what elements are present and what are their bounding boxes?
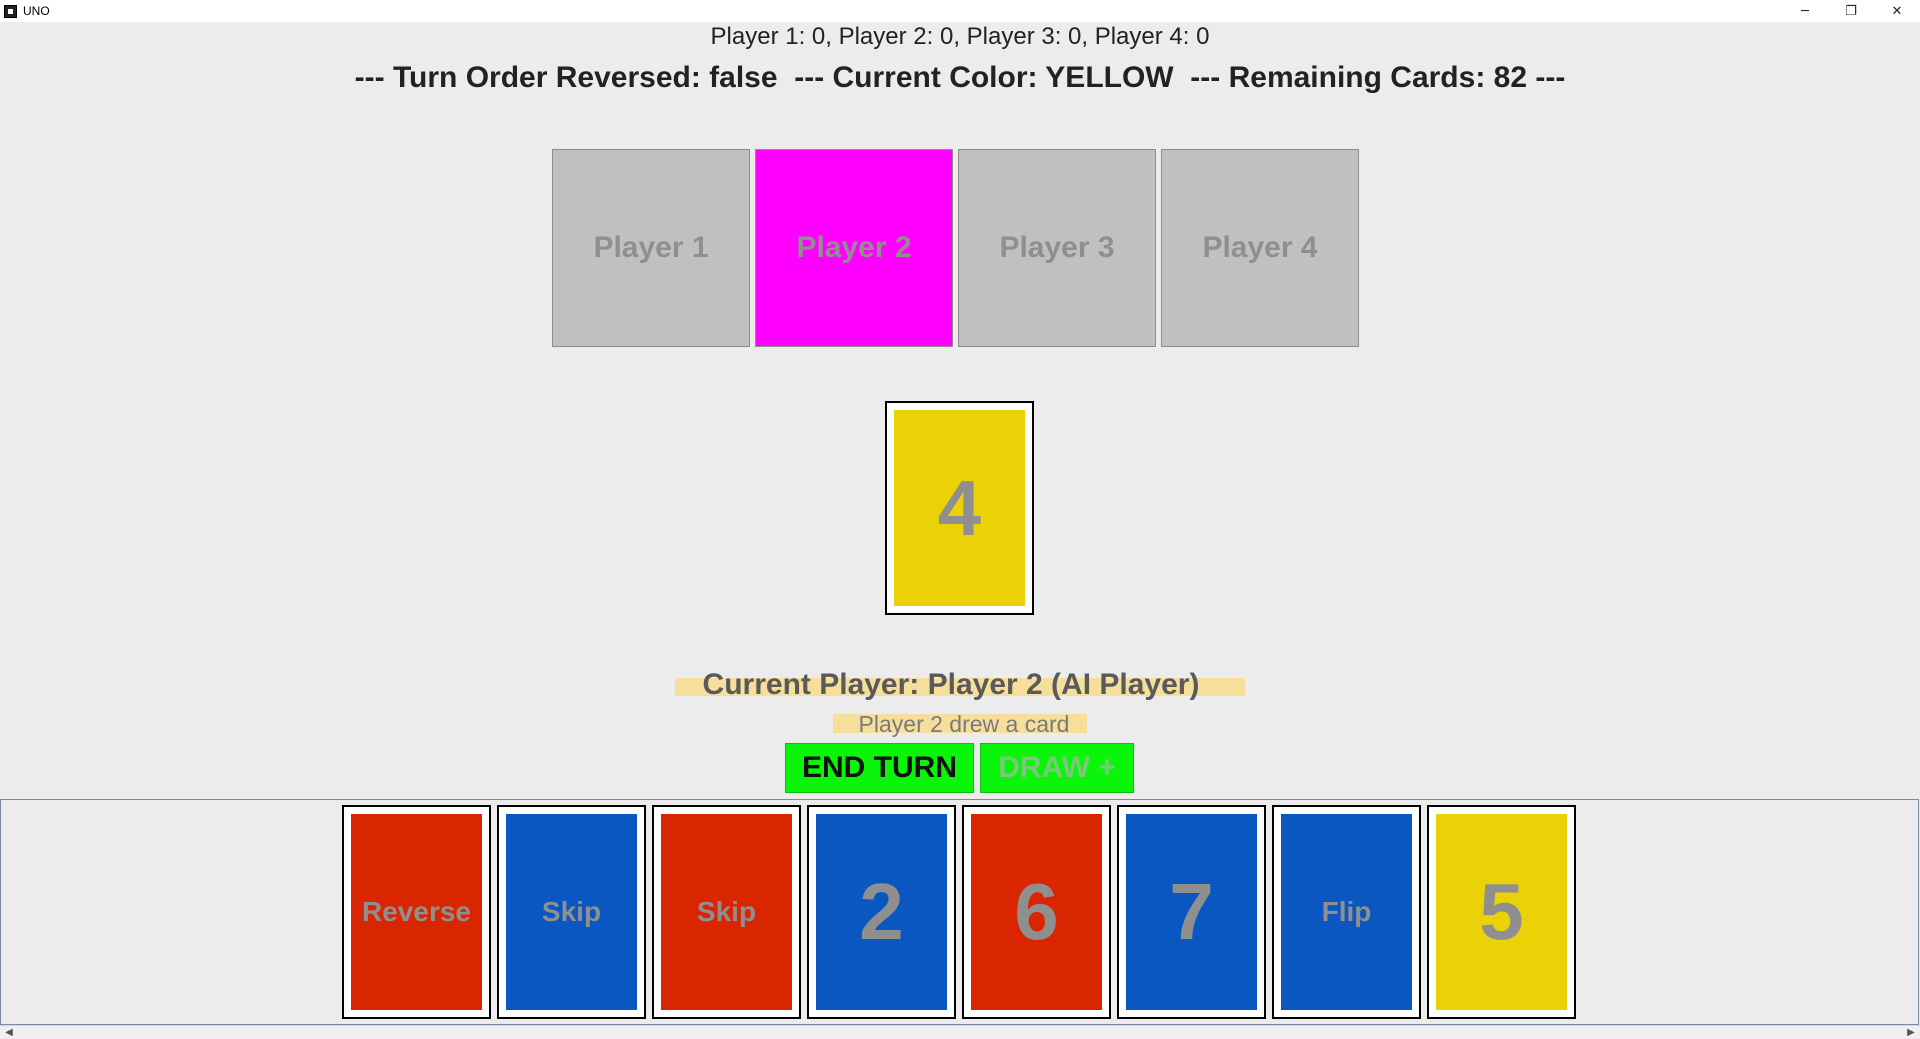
scoreboard: Player 1: 0, Player 2: 0, Player 3: 0, P…	[710, 23, 1210, 50]
player-box-2: Player 2	[755, 149, 953, 347]
player-box-3: Player 3	[958, 149, 1156, 347]
hand-card-face: 2	[816, 814, 947, 1010]
game-status: --- Turn Order Reversed: false --- Curre…	[354, 61, 1566, 94]
minimize-button[interactable]: ─	[1782, 0, 1828, 22]
hand-card-face: 5	[1436, 814, 1567, 1010]
hand-card[interactable]: Reverse	[342, 805, 491, 1019]
discard-pile-card: 4	[885, 401, 1034, 615]
hand-card[interactable]: Skip	[652, 805, 801, 1019]
window-title: UNO	[23, 4, 50, 18]
horizontal-scrollbar[interactable]: ◀ ▶	[0, 1025, 1920, 1039]
hand-card[interactable]: 2	[807, 805, 956, 1019]
end-turn-button[interactable]: END TURN	[785, 743, 974, 793]
scroll-left-arrow-icon[interactable]: ◀	[2, 1026, 16, 1039]
hand-card[interactable]: 7	[1117, 805, 1266, 1019]
scroll-right-arrow-icon[interactable]: ▶	[1904, 1026, 1918, 1039]
hand-card[interactable]: 5	[1427, 805, 1576, 1019]
hand-card[interactable]: 6	[962, 805, 1111, 1019]
action-buttons: END TURN DRAW +	[785, 743, 1134, 793]
player-list: Player 1 Player 2 Player 3 Player 4	[552, 149, 1359, 347]
hand-card-face: 7	[1126, 814, 1257, 1010]
draw-button[interactable]: DRAW +	[980, 743, 1134, 793]
discard-card-face: 4	[894, 410, 1025, 606]
player-box-1: Player 1	[552, 149, 750, 347]
player-hand-panel: Reverse Skip Skip 2 6 7 Flip 5	[0, 799, 1919, 1025]
hand-card-face: Reverse	[351, 814, 482, 1010]
window-controls: ─ ❐ ✕	[1782, 0, 1920, 22]
hand-card-face: Skip	[506, 814, 637, 1010]
game-message: Player 2 drew a card	[0, 709, 1920, 739]
current-player-text: Current Player: Player 2 (AI Player)	[674, 666, 1246, 704]
maximize-button[interactable]: ❐	[1828, 0, 1874, 22]
close-button[interactable]: ✕	[1874, 0, 1920, 22]
hand-card-face: Flip	[1281, 814, 1412, 1010]
app-icon	[4, 4, 17, 18]
hand-card[interactable]: Flip	[1272, 805, 1421, 1019]
hand-card-face: Skip	[661, 814, 792, 1010]
current-player-label: Current Player: Player 2 (AI Player)	[0, 666, 1920, 704]
title-bar: UNO ─ ❐ ✕	[0, 0, 1920, 22]
player-box-4: Player 4	[1161, 149, 1359, 347]
player-hand: Reverse Skip Skip 2 6 7 Flip 5	[342, 805, 1576, 1019]
hand-card[interactable]: Skip	[497, 805, 646, 1019]
game-message-text: Player 2 drew a card	[832, 709, 1088, 739]
hand-card-face: 6	[971, 814, 1102, 1010]
